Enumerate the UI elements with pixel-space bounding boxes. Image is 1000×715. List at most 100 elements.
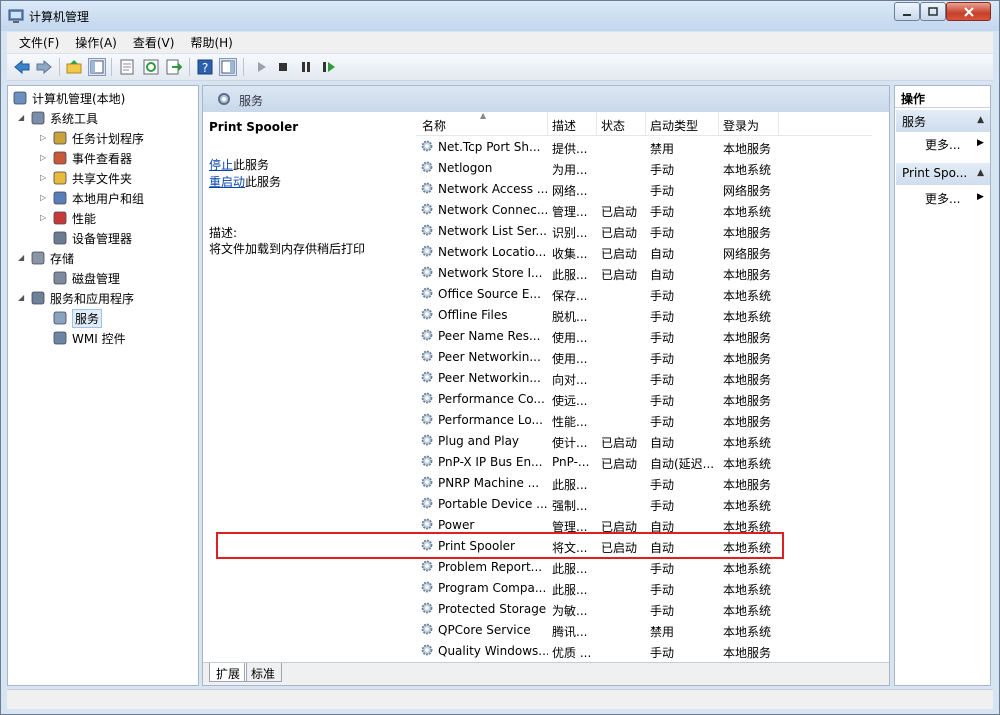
forward-arrow-icon[interactable] [35,58,53,76]
tree-item[interactable]: ◢ 存储 [18,248,74,268]
table-row[interactable]: Network Connec... 管理... 已启动 手动 本地系统 [416,200,872,221]
tree-item[interactable]: 服务 [52,308,103,328]
tab-extended[interactable]: 扩展 [209,663,248,682]
close-button[interactable] [946,2,991,21]
table-row[interactable]: Office Source E... 保存... 手动 本地系统 [416,284,872,305]
collapsed-arrow-icon[interactable]: ▷ [40,213,46,222]
column-description-header[interactable]: 描述 [552,117,576,134]
table-row[interactable]: Protected Storage 为敏... 手动 本地系统 [416,599,872,620]
table-row[interactable]: Performance Lo... 性能... 手动 本地服务 [416,410,872,431]
cell-name: Office Source E... [438,287,541,301]
column-name-header[interactable]: 名称 [422,117,446,134]
cell-logon-as: 本地系统 [723,457,772,471]
service-gear-icon [420,160,434,177]
tab-standard[interactable]: 标准 [244,663,283,682]
minimize-button[interactable] [894,2,920,21]
table-row[interactable]: Portable Device ... 强制... 手动 本地系统 [416,494,872,515]
collapsed-arrow-icon[interactable]: ▷ [40,173,46,182]
table-row[interactable]: Network Locatio... 收集... 已启动 自动 网络服务 [416,242,872,263]
tree-item[interactable]: 计算机管理(本地) [12,88,125,108]
restart-icon[interactable] [320,58,338,76]
title-bar[interactable]: 计算机管理 [1,1,999,31]
cell-startup-type: 手动 [650,562,675,576]
more-actions-print-spooler[interactable]: 更多... [925,190,960,207]
column-logon-as-header[interactable]: 登录为 [723,117,759,134]
up-folder-icon[interactable] [65,58,83,76]
play-icon[interactable] [252,58,270,76]
column-startup-type-header[interactable]: 启动类型 [650,117,698,134]
more-actions-services[interactable]: 更多... [925,136,960,153]
cell-startup-type: 禁用 [650,625,675,639]
tree-item[interactable]: ◢ 服务和应用程序 [18,288,134,308]
users-icon [52,190,68,206]
expanded-arrow-icon[interactable]: ◢ [18,293,24,302]
pause-icon[interactable] [297,58,315,76]
back-arrow-icon[interactable] [13,58,31,76]
menu-file[interactable]: 文件(F) [11,34,67,51]
tree-item[interactable]: 磁盘管理 [52,268,120,288]
table-row[interactable]: PNRP Machine ... 此服... 手动 本地服务 [416,473,872,494]
table-row[interactable]: Power 管理... 已启动 自动 本地系统 [416,515,872,536]
properties-icon[interactable] [118,58,136,76]
show-action-pane-icon[interactable] [219,58,237,76]
cell-startup-type: 手动 [650,394,675,408]
table-row[interactable]: Network Access ... 网络... 手动 网络服务 [416,179,872,200]
tree-item[interactable]: ▷ 事件查看器 [40,148,132,168]
table-row[interactable]: Problem Report... 此服... 手动 本地系统 [416,557,872,578]
table-row[interactable]: Network List Ser... 识别... 已启动 手动 本地服务 [416,221,872,242]
cell-name: Protected Storage [438,602,547,616]
stop-icon[interactable] [274,58,292,76]
service-gear-icon [420,580,434,597]
cell-startup-type: 自动 [650,541,675,555]
stop-service-link[interactable]: 停止 [209,158,233,172]
actions-section-print-spooler[interactable]: Print Spo... ▲ [896,163,990,185]
table-row[interactable]: Netlogon 为用... 手动 本地系统 [416,158,872,179]
expanded-arrow-icon[interactable]: ◢ [18,113,24,122]
cell-status: 已启动 [601,268,638,282]
menu-bar: 文件(F) 操作(A) 查看(V) 帮助(H) [7,32,993,53]
cell-description: 提供... [552,142,588,156]
table-row[interactable]: Net.Tcp Port Sh... 提供... 禁用 本地服务 [416,137,872,158]
refresh-icon[interactable] [142,58,160,76]
table-row[interactable]: Peer Networkin... 使用... 手动 本地服务 [416,347,872,368]
table-row[interactable]: Offline Files 脱机... 手动 本地系统 [416,305,872,326]
table-row[interactable]: PnP-X IP Bus En... PnP-... 已启动 自动(延迟... 本地系统 [416,452,872,473]
actions-section-services[interactable]: 服务 ▲ [896,110,990,132]
tree-item[interactable]: WMI 控件 [52,328,126,348]
collapsed-arrow-icon[interactable]: ▷ [40,153,46,162]
table-row[interactable]: Print Spooler 将文... 已启动 自动 本地系统 [416,536,872,557]
tree-item[interactable]: ▷ 任务计划程序 [40,128,144,148]
maximize-button[interactable] [920,2,946,21]
table-row[interactable]: Program Compa... 此服... 手动 本地系统 [416,578,872,599]
service-gear-icon [420,307,434,324]
table-row[interactable]: Peer Networkin... 向对... 手动 本地服务 [416,368,872,389]
collapsed-arrow-icon[interactable]: ▷ [40,133,46,142]
menu-view[interactable]: 查看(V) [125,34,183,51]
table-row[interactable]: Peer Name Res... 使用... 手动 本地服务 [416,326,872,347]
tree-item[interactable]: 设备管理器 [52,228,132,248]
table-row[interactable]: Performance Co... 使远... 手动 本地服务 [416,389,872,410]
table-row[interactable]: Quality Windows... 优质 ... 手动 本地服务 [416,641,872,662]
cell-startup-type: 手动 [650,583,675,597]
tree-item[interactable]: ▷ 本地用户和组 [40,188,144,208]
export-icon[interactable] [165,58,183,76]
cell-status: 已启动 [601,541,638,555]
cell-description: 使计... [552,436,588,450]
tree-item[interactable]: ▷ 性能 [40,208,96,228]
column-status-header[interactable]: 状态 [601,117,625,134]
menu-help[interactable]: 帮助(H) [182,34,240,51]
tree-item[interactable]: ◢ 系统工具 [18,108,98,128]
table-row[interactable]: QPCore Service 腾讯... 禁用 本地系统 [416,620,872,641]
menu-action[interactable]: 操作(A) [67,34,125,51]
show-hide-tree-icon[interactable] [88,58,106,76]
restart-service-link[interactable]: 重启动 [209,175,245,189]
cell-description: 腾讯... [552,625,588,639]
submenu-arrow-icon: ▶ [977,138,984,148]
tree-item[interactable]: ▷ 共享文件夹 [40,168,132,188]
table-row[interactable]: Plug and Play 使计... 已启动 自动 本地系统 [416,431,872,452]
cell-logon-as: 本地服务 [723,415,772,429]
help-icon[interactable]: ? [196,58,214,76]
expanded-arrow-icon[interactable]: ◢ [18,253,24,262]
table-row[interactable]: Network Store I... 此服... 已启动 自动 本地服务 [416,263,872,284]
collapsed-arrow-icon[interactable]: ▷ [40,193,46,202]
